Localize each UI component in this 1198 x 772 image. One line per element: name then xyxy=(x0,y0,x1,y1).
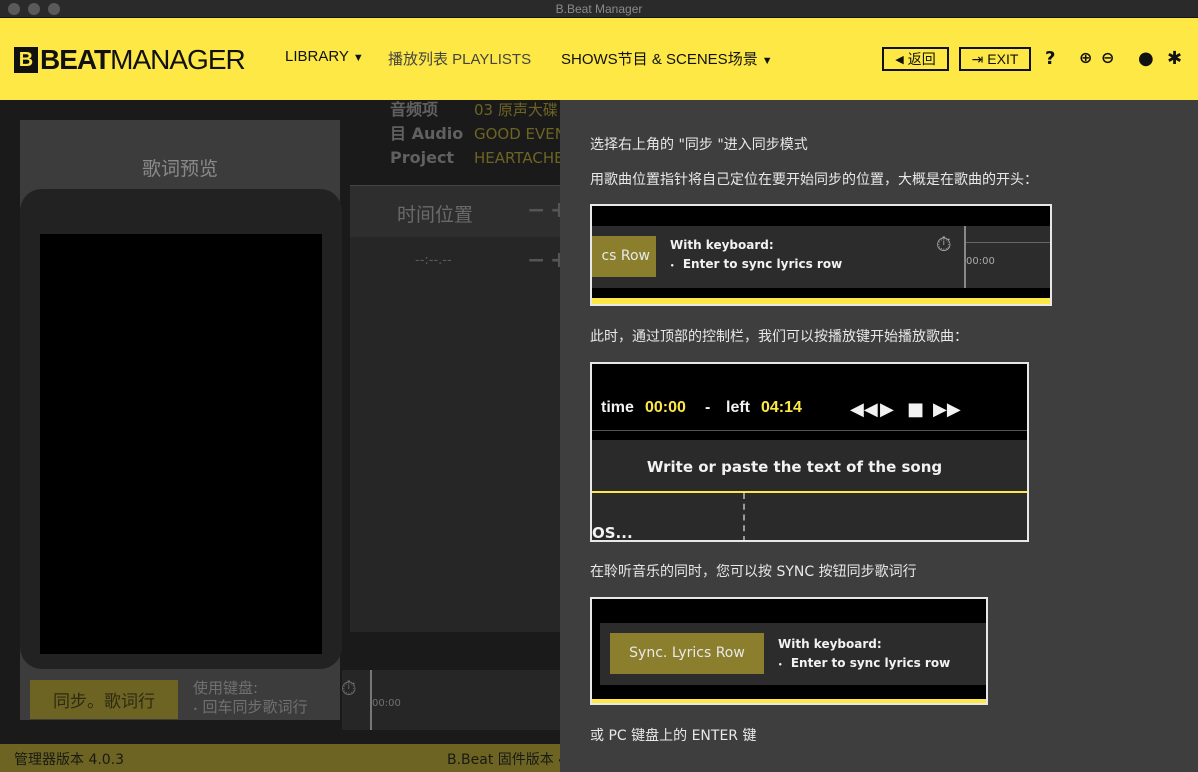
help-screenshot-controls: time 00:00 - left 04:14 ◀◀ ▶ ■ ▶▶ Write … xyxy=(590,362,1029,542)
shot-dashed-marker xyxy=(743,493,745,540)
play-icon: ▶ xyxy=(880,399,894,420)
zoom-in-icon[interactable]: ⊕ xyxy=(1079,48,1092,67)
shot-partial-text: OS... xyxy=(592,524,633,542)
help-text-step3: 此时，通过顶部的控制栏，我们可以按播放键开始播放歌曲： xyxy=(590,329,968,345)
help-text-step4: 在聆听音乐的同时，您可以按 SYNC 按钮同步歌词行 xyxy=(590,564,917,580)
back-button[interactable]: ◀ 返回 xyxy=(882,47,949,71)
minus-icon[interactable]: − xyxy=(527,248,545,273)
back-button-label: 返回 xyxy=(907,51,936,67)
minus-icon[interactable]: − xyxy=(527,198,545,223)
app-header: B BEAT MANAGER LIBRARY ▼ 播放列表 PLAYLISTS S… xyxy=(0,18,1198,100)
logo-beat: BEAT xyxy=(40,44,111,75)
phone-preview xyxy=(20,189,342,669)
keyboard-hint-text: 回车同步歌词行 xyxy=(202,698,308,716)
time-position-list xyxy=(350,237,565,632)
project-info-values: 03 原声大碟 GOOD EVENI HEARTACHE xyxy=(474,98,570,170)
keyboard-hint-title: 使用键盘: xyxy=(193,679,259,697)
zoom-out-icon[interactable]: ⊖ xyxy=(1101,48,1114,67)
shot-keyboard-line-text: Enter to sync lyrics row xyxy=(790,656,951,670)
shot-keyboard-line: • Enter to sync lyrics row xyxy=(778,656,950,670)
phone-screen xyxy=(40,234,322,654)
logo-manager: MANAGER xyxy=(110,44,246,75)
nav-playlists[interactable]: 播放列表 PLAYLISTS xyxy=(388,48,531,69)
shot-keyboard-line-text: Enter to sync lyrics row xyxy=(682,257,843,271)
timeline-start: 00:00 xyxy=(372,698,401,709)
info-value: 03 原声大碟 xyxy=(474,101,558,119)
window-title: B.Beat Manager xyxy=(555,2,643,16)
fast-forward-icon: ▶▶ xyxy=(933,399,961,420)
shot-sync-lyrics-row-button: Sync. Lyrics Row xyxy=(610,633,764,674)
shot-timeline xyxy=(592,493,1027,540)
nav-library[interactable]: LIBRARY ▼ xyxy=(285,48,364,65)
shot-transport-bar xyxy=(592,364,1027,432)
stopwatch-icon: ⏱ xyxy=(936,232,952,256)
shot-time-label: time xyxy=(601,399,634,416)
stop-icon: ■ xyxy=(907,399,925,420)
info-value: HEARTACHE xyxy=(474,149,564,167)
rewind-icon: ◀◀ xyxy=(850,399,878,420)
manager-version: 管理器版本 4.0.3 xyxy=(14,752,125,768)
bullet-icon: • xyxy=(670,262,675,270)
help-text-step1: 选择右上角的 "同步 "进入同步模式 xyxy=(590,137,808,153)
nav-shows-label: SHOWS节目 & SCENES场景 xyxy=(561,51,758,68)
info-label: Project xyxy=(390,148,455,167)
user-icon[interactable]: ● xyxy=(1138,48,1154,69)
lyrics-preview-panel: 歌词预览 xyxy=(20,120,342,720)
exit-icon: ⇥ xyxy=(971,50,984,67)
nav-library-label: LIBRARY xyxy=(285,48,349,65)
keyboard-hint: 使用键盘: • 回车同步歌词行 xyxy=(193,679,308,719)
shot-keyboard-line: • Enter to sync lyrics row xyxy=(670,257,842,271)
shot-ruler-line xyxy=(966,242,1050,243)
sync-lyrics-row-button[interactable]: 同步。歌词行 xyxy=(30,680,178,719)
back-arrow-icon: ◀ xyxy=(895,53,904,66)
help-screenshot-sync-button: Sync. Lyrics Row With keyboard: • Enter … xyxy=(590,597,988,705)
shot-keyboard-title: With keyboard: xyxy=(778,637,882,651)
window-title-bar: B.Beat Manager xyxy=(0,0,1198,18)
settings-icon[interactable]: ✱ xyxy=(1167,48,1182,69)
info-label: 音频项 xyxy=(390,100,439,119)
bullet-icon: • xyxy=(193,705,198,714)
help-overlay: 选择右上角的 "同步 "进入同步模式 用歌曲位置指针将自己定位在要开始同步的位置… xyxy=(560,100,1198,772)
info-label: 目 Audio xyxy=(390,124,464,143)
bullet-icon: • xyxy=(778,661,783,669)
time-position-value: --:--.-- xyxy=(415,253,452,268)
nav-shows-scenes[interactable]: SHOWS节目 & SCENES场景 ▼ xyxy=(561,48,773,69)
firmware-version: B.Beat 固件版本 4 xyxy=(447,752,568,768)
shot-keyboard-title: With keyboard: xyxy=(670,238,774,252)
time-position-label: 时间位置 xyxy=(397,204,474,226)
help-icon[interactable]: ? xyxy=(1045,48,1055,69)
help-screenshot-sync-row: cs Row With keyboard: • Enter to sync ly… xyxy=(590,204,1052,306)
stopwatch-icon: ⏱ xyxy=(341,676,357,700)
shot-time: 00:00 xyxy=(966,256,995,267)
app-logo: B BEAT MANAGER xyxy=(14,44,246,76)
shot-time-value: 00:00 xyxy=(645,399,686,416)
lyrics-preview-title: 歌词预览 xyxy=(141,158,218,180)
chevron-down-icon: ▼ xyxy=(352,52,364,64)
help-text-step5: 或 PC 键盘上的 ENTER 键 xyxy=(590,728,757,744)
chevron-down-icon: ▼ xyxy=(761,55,773,67)
shot-divider xyxy=(592,430,1027,431)
shot-left-value: 04:14 xyxy=(761,399,802,416)
logo-badge: B xyxy=(14,47,38,73)
help-text-step2: 用歌曲位置指针将自己定位在要开始同步的位置，大概是在歌曲的开头： xyxy=(590,172,1038,188)
nav-playlists-label: 播放列表 PLAYLISTS xyxy=(388,51,532,68)
shot-yellow-strip xyxy=(592,298,1050,304)
shot-separator: - xyxy=(705,399,711,416)
shot-left-label: left xyxy=(726,399,750,416)
exit-button-label: EXIT xyxy=(987,51,1019,67)
keyboard-hint-line: • 回车同步歌词行 xyxy=(193,698,308,719)
info-value: GOOD EVENI xyxy=(474,125,571,143)
shot-sync-button: cs Row xyxy=(592,236,656,277)
shot-lyrics-placeholder: Write or paste the text of the song xyxy=(646,458,943,476)
exit-button[interactable]: ⇥ EXIT xyxy=(959,47,1031,71)
shot-yellow-strip xyxy=(592,699,986,703)
project-info-labels: 音频项 目 Audio Project xyxy=(390,98,463,170)
